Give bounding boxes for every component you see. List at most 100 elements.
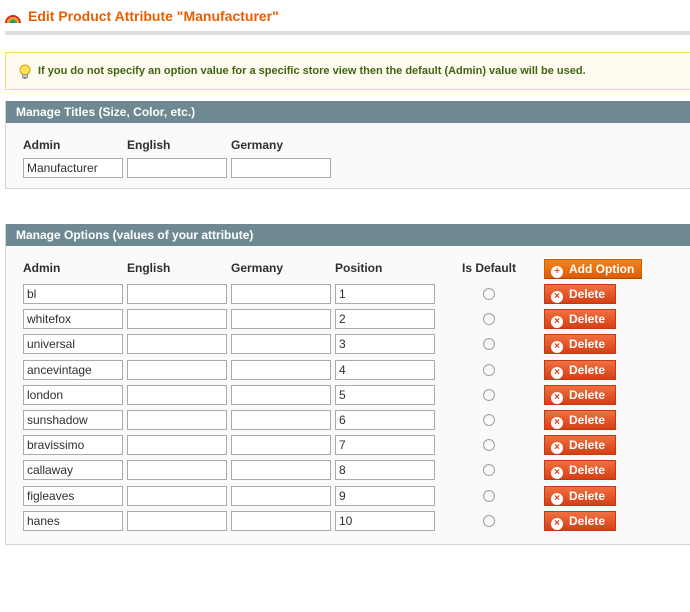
delete-option-button[interactable]: × Delete bbox=[544, 511, 616, 531]
is-default-radio[interactable] bbox=[483, 515, 495, 527]
option-admin-input[interactable]: whitefox bbox=[23, 309, 123, 329]
option-admin-input[interactable]: universal bbox=[23, 334, 123, 354]
x-circle-icon: × bbox=[551, 341, 563, 353]
rainbow-icon bbox=[5, 8, 21, 24]
title-germany-input[interactable] bbox=[231, 158, 331, 178]
delete-option-button[interactable]: × Delete bbox=[544, 309, 616, 329]
manage-options-section: Manage Options (values of your attribute… bbox=[5, 224, 690, 545]
is-default-radio[interactable] bbox=[483, 338, 495, 350]
delete-label: Delete bbox=[569, 489, 606, 503]
option-english-input[interactable] bbox=[127, 360, 227, 380]
column-header-germany: Germany bbox=[231, 138, 284, 152]
is-default-radio[interactable] bbox=[483, 464, 495, 476]
header-divider bbox=[5, 31, 690, 35]
title-admin-input[interactable]: Manufacturer bbox=[23, 158, 123, 178]
x-circle-icon: × bbox=[551, 392, 563, 404]
option-english-input[interactable] bbox=[127, 284, 227, 304]
option-position-input[interactable]: 5 bbox=[335, 385, 435, 405]
column-header-english: English bbox=[127, 261, 171, 275]
is-default-radio[interactable] bbox=[483, 364, 495, 376]
option-english-input[interactable] bbox=[127, 334, 227, 354]
delete-label: Delete bbox=[569, 388, 606, 402]
column-header-position: Position bbox=[335, 261, 383, 275]
delete-option-button[interactable]: × Delete bbox=[544, 334, 616, 354]
option-admin-input[interactable]: callaway bbox=[23, 460, 123, 480]
plus-circle-icon: + bbox=[551, 266, 563, 278]
option-admin-input[interactable]: london bbox=[23, 385, 123, 405]
delete-option-button[interactable]: × Delete bbox=[544, 410, 616, 430]
x-circle-icon: × bbox=[551, 291, 563, 303]
option-germany-input[interactable] bbox=[231, 410, 331, 430]
delete-option-button[interactable]: × Delete bbox=[544, 385, 616, 405]
is-default-radio[interactable] bbox=[483, 439, 495, 451]
is-default-radio[interactable] bbox=[483, 490, 495, 502]
delete-option-button[interactable]: × Delete bbox=[544, 486, 616, 506]
option-admin-input[interactable]: figleaves bbox=[23, 486, 123, 506]
option-germany-input[interactable] bbox=[231, 360, 331, 380]
option-germany-input[interactable] bbox=[231, 309, 331, 329]
x-circle-icon: × bbox=[551, 417, 563, 429]
notice-text: If you do not specify an option value fo… bbox=[38, 65, 586, 77]
column-header-admin: Admin bbox=[23, 138, 61, 152]
x-circle-icon: × bbox=[551, 367, 563, 379]
delete-label: Delete bbox=[569, 413, 606, 427]
option-position-input[interactable]: 6 bbox=[335, 410, 435, 430]
option-admin-input[interactable]: ancevintage bbox=[23, 360, 123, 380]
option-germany-input[interactable] bbox=[231, 511, 331, 531]
option-position-input[interactable]: 1 bbox=[335, 284, 435, 304]
option-admin-input[interactable]: sunshadow bbox=[23, 410, 123, 430]
delete-label: Delete bbox=[569, 363, 606, 377]
is-default-radio[interactable] bbox=[483, 288, 495, 300]
option-germany-input[interactable] bbox=[231, 435, 331, 455]
option-admin-input[interactable]: bl bbox=[23, 284, 123, 304]
x-circle-icon: × bbox=[551, 442, 563, 454]
page-header: Edit Product Attribute "Manufacturer" bbox=[0, 0, 690, 34]
delete-label: Delete bbox=[569, 438, 606, 452]
option-germany-input[interactable] bbox=[231, 334, 331, 354]
lightbulb-icon bbox=[18, 64, 32, 80]
column-header-admin: Admin bbox=[23, 261, 61, 275]
option-admin-input[interactable]: hanes bbox=[23, 511, 123, 531]
x-circle-icon: × bbox=[551, 518, 563, 530]
option-english-input[interactable] bbox=[127, 435, 227, 455]
add-option-label: Add Option bbox=[569, 262, 635, 276]
column-header-germany: Germany bbox=[231, 261, 284, 275]
option-position-input[interactable]: 4 bbox=[335, 360, 435, 380]
option-admin-input[interactable]: bravissimo bbox=[23, 435, 123, 455]
option-english-input[interactable] bbox=[127, 410, 227, 430]
option-english-input[interactable] bbox=[127, 511, 227, 531]
option-english-input[interactable] bbox=[127, 460, 227, 480]
option-position-input[interactable]: 7 bbox=[335, 435, 435, 455]
delete-option-button[interactable]: × Delete bbox=[544, 284, 616, 304]
option-position-input[interactable]: 8 bbox=[335, 460, 435, 480]
option-english-input[interactable] bbox=[127, 309, 227, 329]
delete-option-button[interactable]: × Delete bbox=[544, 435, 616, 455]
option-germany-input[interactable] bbox=[231, 460, 331, 480]
option-germany-input[interactable] bbox=[231, 486, 331, 506]
notice-message: If you do not specify an option value fo… bbox=[5, 52, 690, 90]
manage-titles-section: Manage Titles (Size, Color, etc.) Admin … bbox=[5, 101, 690, 189]
delete-option-button[interactable]: × Delete bbox=[544, 360, 616, 380]
x-circle-icon: × bbox=[551, 493, 563, 505]
option-position-input[interactable]: 2 bbox=[335, 309, 435, 329]
option-position-input[interactable]: 3 bbox=[335, 334, 435, 354]
option-germany-input[interactable] bbox=[231, 385, 331, 405]
option-germany-input[interactable] bbox=[231, 284, 331, 304]
option-position-input[interactable]: 10 bbox=[335, 511, 435, 531]
add-option-button[interactable]: + Add Option bbox=[544, 259, 643, 279]
is-default-radio[interactable] bbox=[483, 414, 495, 426]
delete-label: Delete bbox=[569, 514, 606, 528]
page-title: Edit Product Attribute "Manufacturer" bbox=[28, 8, 279, 24]
option-english-input[interactable] bbox=[127, 486, 227, 506]
delete-label: Delete bbox=[569, 312, 606, 326]
section-header: Manage Titles (Size, Color, etc.) bbox=[6, 101, 690, 123]
is-default-radio[interactable] bbox=[483, 389, 495, 401]
delete-option-button[interactable]: × Delete bbox=[544, 460, 616, 480]
option-position-input[interactable]: 9 bbox=[335, 486, 435, 506]
delete-label: Delete bbox=[569, 337, 606, 351]
column-header-english: English bbox=[127, 138, 171, 152]
section-header: Manage Options (values of your attribute… bbox=[6, 224, 690, 246]
title-english-input[interactable] bbox=[127, 158, 227, 178]
option-english-input[interactable] bbox=[127, 385, 227, 405]
is-default-radio[interactable] bbox=[483, 313, 495, 325]
